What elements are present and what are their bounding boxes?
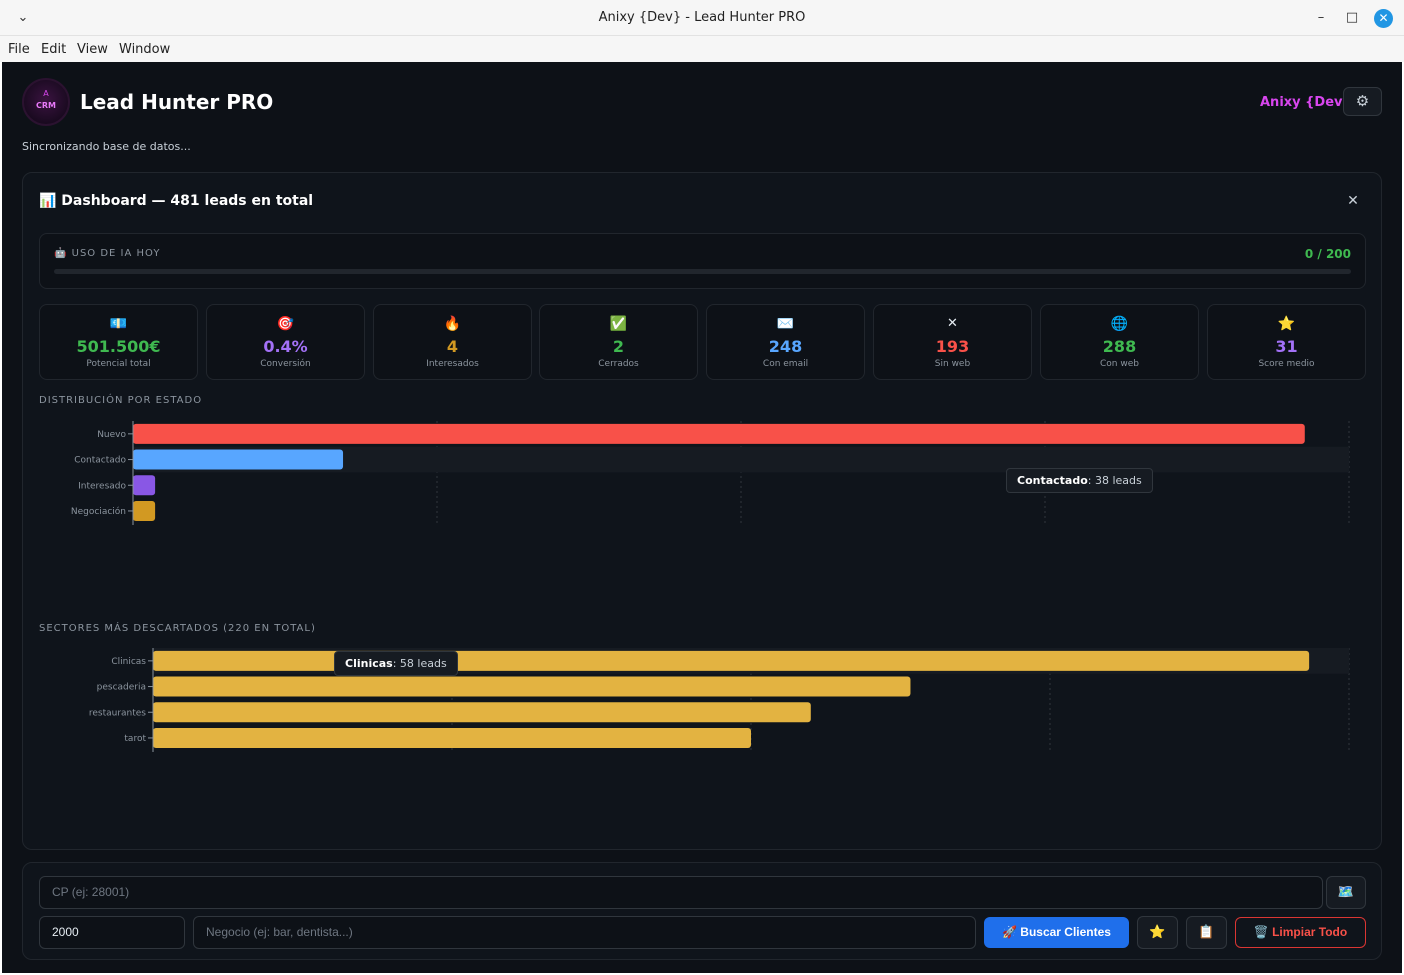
ai-usage-bar (54, 269, 1351, 274)
money-icon: 💶 (109, 316, 128, 332)
stat-label: Conversión (260, 359, 311, 369)
stat-card: ⭐ 31 Score medio (1207, 304, 1366, 380)
stat-card: ✉️ 248 Con email (706, 304, 865, 380)
sync-status: Sincronizando base de datos... (22, 140, 191, 153)
window-title: Anixy {Dev} - Lead Hunter PRO (598, 10, 806, 25)
sectors-chart: Clinicaspescaderiarestaurantestarotclini… (23, 640, 1383, 752)
sectors-section-label: SECTORES MÁS DESCARTADOS (220 EN TOTAL) (39, 623, 316, 634)
sector-tooltip-text: : 58 leads (392, 657, 447, 670)
clipboard-button[interactable]: 📋 (1186, 916, 1227, 949)
category-label: Contactado (74, 456, 126, 466)
stat-card: 🔥 4 Interesados (373, 304, 532, 380)
logo-text: CRM (36, 101, 56, 110)
favorites-button[interactable]: ⭐ (1137, 916, 1178, 949)
logo-mark: A (43, 89, 49, 98)
stat-value: 288 (1102, 337, 1137, 356)
mail-icon: ✉️ (776, 316, 795, 332)
stat-card: ✅ 2 Cerrados (539, 304, 698, 380)
menu-window[interactable]: Window (119, 42, 170, 57)
ai-usage-value: 0 / 200 (1304, 247, 1351, 261)
stat-label: Con web (1100, 359, 1139, 369)
target-icon: 🎯 (276, 316, 295, 332)
status-tooltip-text: : 38 leads (1087, 474, 1142, 487)
category-label: Negociación (71, 506, 126, 517)
sector-tooltip-name: Clinicas (345, 657, 393, 670)
bar-1 (153, 676, 911, 697)
close-dashboard-icon[interactable]: ✕ (1345, 193, 1361, 209)
chart-svg-0: NuevoContactadoInteresadoNegociaciónCerr… (71, 421, 1350, 525)
no-web-icon: ✕ (947, 316, 958, 331)
stat-label: Sin web (934, 359, 971, 369)
menu-view[interactable]: View (77, 42, 108, 57)
stat-value: 501.500€ (76, 337, 161, 356)
stat-label: Cerrados (598, 359, 639, 369)
stat-value: 248 (768, 337, 803, 356)
stat-label: Potencial total (86, 359, 151, 369)
menu-edit[interactable]: Edit (41, 42, 66, 57)
category-label: pescaderia (97, 683, 146, 693)
sector-tooltip: Clinicas: 58 leads (334, 651, 458, 676)
clear-all-button[interactable]: 🗑️ Limpiar Todo (1235, 917, 1366, 948)
check-icon: ✅ (609, 316, 628, 332)
dashboard-title: 📊 Dashboard — 481 leads en total (39, 193, 314, 209)
bar-1 (133, 449, 344, 470)
category-label: Clinicas (111, 657, 146, 667)
status-section-label: DISTRIBUCIÓN POR ESTADO (39, 395, 203, 406)
bar-2 (153, 702, 811, 723)
status-chart: NuevoContactadoInteresadoNegociaciónCerr… (23, 413, 1383, 525)
stat-value: 31 (1275, 337, 1298, 356)
stat-card: 🌐 288 Con web (1040, 304, 1199, 380)
clipboard-icon: 📋 (1198, 925, 1215, 940)
radius-input[interactable]: 2000 (39, 916, 185, 949)
user-name[interactable]: Anixy {Dev} (1260, 95, 1352, 110)
map-button[interactable]: 🗺️ (1326, 876, 1366, 909)
cp-input[interactable]: CP (ej: 28001) (39, 876, 1323, 909)
category-label: restaurantes (89, 708, 146, 718)
app-title: Lead Hunter PRO (80, 90, 274, 114)
stat-label: Score medio (1258, 359, 1315, 369)
fire-icon: 🔥 (443, 316, 462, 332)
stat-value: 4 (446, 337, 459, 356)
stat-value: 193 (935, 337, 970, 356)
map-icon: 🗺️ (1337, 885, 1355, 900)
ai-usage-box: 🤖 USO DE IA HOY 0 / 200 (39, 233, 1366, 289)
star-icon: ⭐ (1149, 925, 1166, 940)
business-input[interactable]: Negocio (ej: bar, dentista...) (193, 916, 976, 949)
category-label: tarot (124, 734, 146, 744)
stat-card: ✕ 193 Sin web (873, 304, 1032, 380)
category-label: Nuevo (97, 430, 126, 440)
stat-label: Con email (762, 359, 809, 369)
bar-3 (133, 500, 156, 521)
status-tooltip-name: Contactado (1017, 474, 1088, 487)
close-icon[interactable]: ✕ (1374, 9, 1393, 28)
menu-file[interactable]: File (8, 42, 30, 57)
stats-row: 💶 501.500€ Potencial total 🎯 0.4% Conversión 🔥… (39, 304, 1366, 380)
chart-svg-1: Clinicaspescaderiarestaurantestarotclini… (89, 648, 1350, 752)
minimize-icon[interactable]: – (1312, 9, 1330, 27)
menubar: File Edit View Window (0, 36, 1404, 62)
search-clients-button[interactable]: 🚀 Buscar Clientes (984, 917, 1129, 948)
maximize-icon[interactable]: □ (1343, 9, 1361, 27)
status-tooltip: Contactado: 38 leads (1006, 468, 1153, 493)
app-root: A CRM Lead Hunter PRO Anixy {Dev} ⚙ Sinc… (2, 62, 1402, 973)
search-panel: CP (ej: 28001) 🗺️ 2000 Negocio (ej: bar,… (22, 862, 1382, 960)
stat-value: 2 (612, 337, 625, 356)
bar-2 (133, 475, 156, 496)
category-label: Interesado (78, 481, 126, 491)
crm-logo: A CRM (22, 78, 70, 126)
gear-icon: ⚙ (1355, 92, 1370, 110)
globe-icon: 🌐 (1110, 316, 1129, 332)
stat-label: Interesados (426, 359, 479, 369)
star-icon: ⭐ (1277, 316, 1296, 332)
settings-button[interactable]: ⚙ (1343, 87, 1382, 116)
bar-0 (133, 423, 1305, 444)
bar-3 (153, 727, 751, 748)
stat-card: 🎯 0.4% Conversión (206, 304, 365, 380)
ai-usage-label: 🤖 USO DE IA HOY (54, 248, 161, 259)
stat-card: 💶 501.500€ Potencial total (39, 304, 198, 380)
dashboard-panel: 📊 Dashboard — 481 leads en total ✕ 🤖 USO… (22, 172, 1382, 850)
stat-value: 0.4% (263, 337, 308, 356)
bar-0 (153, 650, 1310, 671)
window-titlebar: ⌄ Anixy {Dev} - Lead Hunter PRO – □ ✕ (0, 0, 1404, 36)
